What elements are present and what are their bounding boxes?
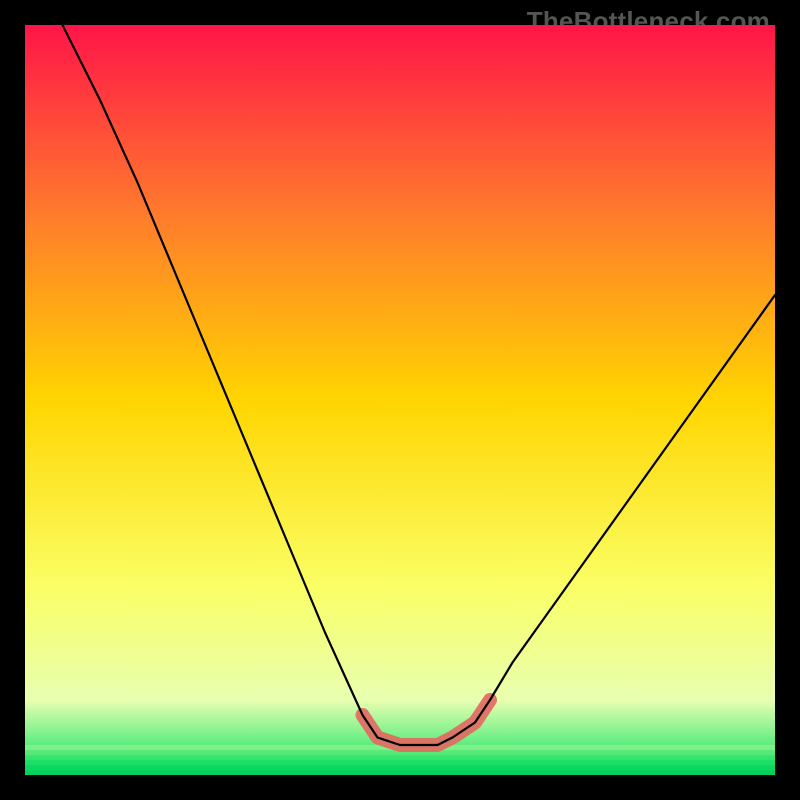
chart-frame: TheBottleneck.com <box>0 0 800 800</box>
bottleneck-chart <box>25 25 775 775</box>
gradient-background <box>25 25 775 775</box>
plot-area <box>25 25 775 775</box>
